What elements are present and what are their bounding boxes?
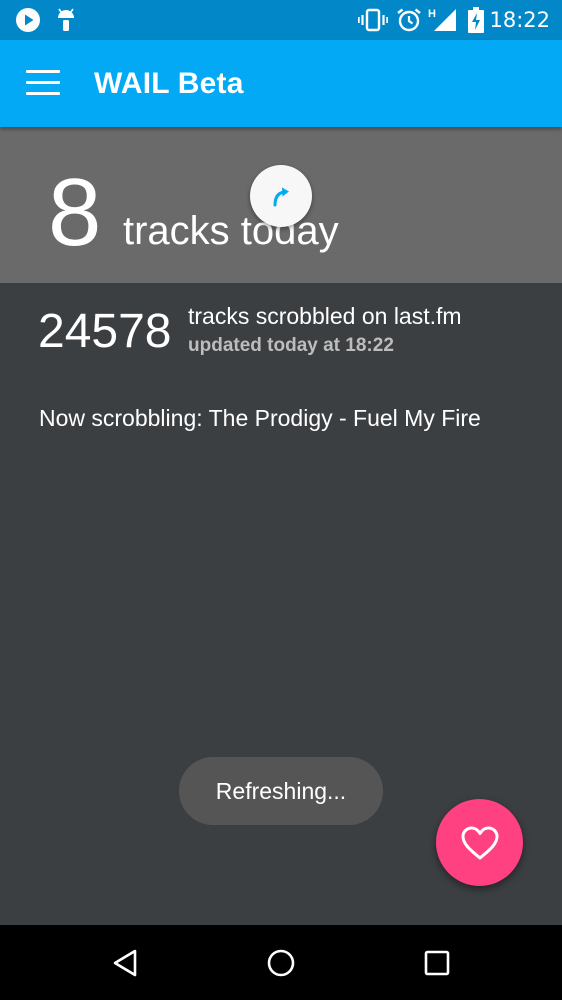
app-title: WAIL Beta [94,67,244,100]
love-track-button[interactable] [436,799,523,886]
vibrate-icon [358,0,388,40]
alarm-icon [396,0,422,40]
play-notification-icon [14,0,42,40]
android-debug-icon [54,0,78,40]
total-scrobbles-count: 24578 [38,305,172,358]
updated-timestamp: updated today at 18:22 [188,335,394,356]
status-time: 18:22 [489,8,550,32]
home-button[interactable] [241,925,321,1000]
app-bar: WAIL Beta [0,40,562,127]
total-scrobbles-label: tracks scrobbled on last.fm [188,303,462,329]
refreshing-toast: Refreshing... [179,757,383,825]
today-label: tracks today [123,209,339,253]
signal-h-icon: H [428,0,458,40]
home-icon [267,949,295,976]
heart-outline-icon [461,826,498,859]
today-count: 8 [48,159,102,266]
status-bar: H 18:22 [0,0,562,40]
recents-icon [424,950,450,975]
hamburger-menu-icon[interactable] [26,70,60,96]
battery-charging-icon [466,0,486,40]
navigation-bar [0,925,562,1000]
now-scrobbling-text: Now scrobbling: The Prodigy - Fuel My Fi… [39,405,481,431]
back-button[interactable] [85,925,165,1000]
svg-text:H: H [428,8,436,20]
back-icon [113,949,137,976]
recents-button[interactable] [397,925,477,1000]
refresh-arrow-icon [273,187,289,207]
refresh-indicator [250,165,312,227]
